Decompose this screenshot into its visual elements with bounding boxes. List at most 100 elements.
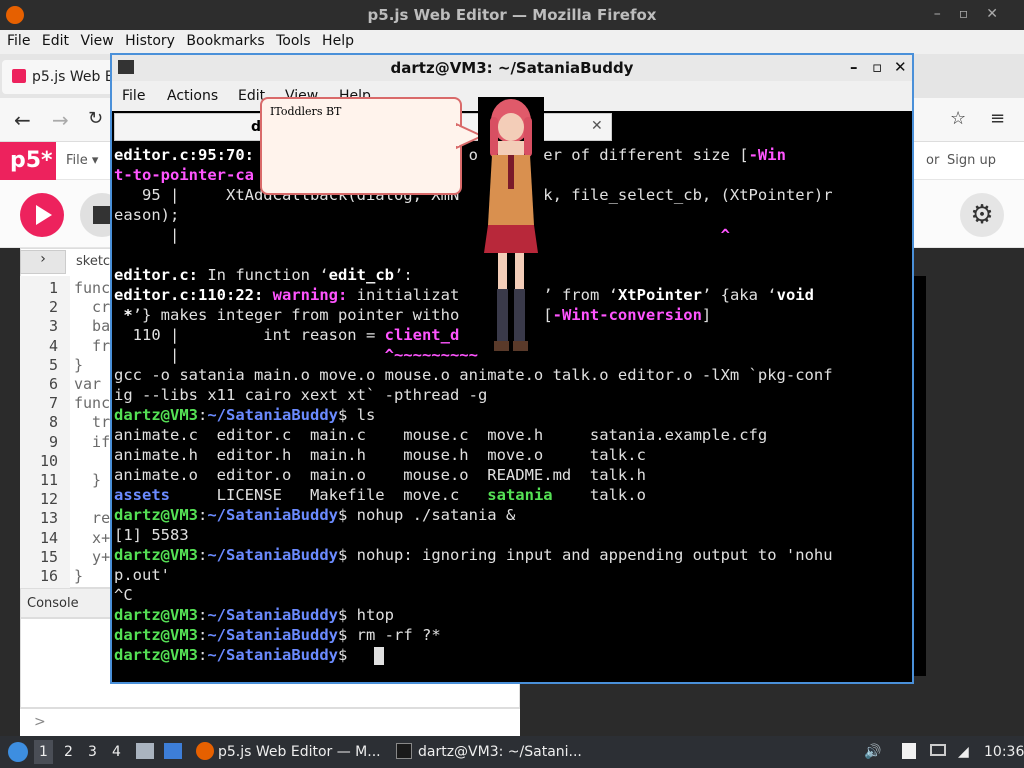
firefox-menubar: File Edit View History Bookmarks Tools H… — [0, 30, 1024, 54]
preview-canvas — [912, 276, 926, 676]
terminal-text: warning: — [272, 286, 348, 304]
terminal-line: dartz@VM3:~/SataniaBuddy$ rm -rf ?* — [114, 626, 441, 646]
term-menu-file[interactable]: File — [122, 88, 145, 104]
code-line: func — [74, 394, 111, 413]
p5-logo[interactable]: p5* — [0, 142, 56, 180]
terminal-line: animate.c editor.c main.c mouse.c move.h… — [114, 426, 767, 446]
terminal-line: dartz@VM3:~/SataniaBuddy$ ls — [114, 406, 375, 426]
menu-edit[interactable]: Edit — [35, 30, 69, 49]
settings-gear-icon[interactable]: ⚙ — [960, 193, 1004, 237]
clipboard-icon[interactable] — [902, 743, 916, 759]
window-controls[interactable]: –▫✕ — [934, 6, 1016, 22]
console-input[interactable]: > — [20, 708, 520, 736]
file-manager-icon[interactable] — [136, 743, 154, 759]
signup-link[interactable]: Sign up — [947, 153, 996, 168]
terminal-text: ig --libs x11 cairo xext xt` -pthread -g — [114, 386, 488, 404]
close-icon[interactable]: ✕ — [894, 58, 907, 76]
terminal-line: p.out' — [114, 566, 170, 586]
terminal-text: animate.c editor.c main.c mouse.c move.h… — [114, 426, 768, 444]
terminal-line: gcc -o satania main.o move.o mouse.o ani… — [114, 366, 833, 386]
terminal-text: | — [114, 226, 721, 244]
terminal-text: | — [114, 346, 385, 364]
terminal-text: 95 | XtAddCallback(dialog, XmN back, fil… — [114, 186, 833, 204]
terminal-text: ~/SataniaBuddy — [207, 546, 338, 564]
line-number: 10 — [39, 451, 58, 470]
terminal-text: : — [198, 546, 208, 564]
back-icon[interactable]: ← — [14, 108, 31, 132]
terminal-cursor — [374, 647, 384, 665]
sidebar-toggle-button[interactable]: › — [20, 250, 66, 274]
code-line: fr — [74, 336, 111, 355]
terminal-line: dartz@VM3:~/SataniaBuddy$ — [114, 646, 357, 666]
terminal-line: *’} makes integer from pointer witho ast… — [114, 306, 711, 326]
menu-bookmarks[interactable]: Bookmarks — [179, 30, 264, 49]
maximize-icon[interactable]: ▫ — [872, 58, 882, 76]
menu-help[interactable]: Help — [315, 30, 354, 49]
terminal-line: ^C — [114, 586, 133, 606]
terminal-tab-close-icon[interactable]: ✕ — [591, 118, 603, 134]
terminal-task-icon — [396, 743, 412, 759]
file-menu[interactable]: File ▾ — [66, 153, 98, 168]
firefox-tab-label: p5.js Web E — [32, 69, 114, 85]
network-icon[interactable]: ◢ — [958, 744, 969, 760]
terminal-text: dartz@VM3 — [114, 406, 198, 424]
terminal-text: edit_cb — [328, 266, 394, 284]
line-number: 13 — [39, 509, 58, 528]
line-number: 9 — [48, 432, 58, 451]
terminal-text: : — [198, 506, 208, 524]
terminal-text: 110 | int reason = — [114, 326, 385, 344]
line-number: 1 — [48, 279, 58, 297]
terminal-text: ’: — [393, 266, 413, 284]
display-icon[interactable] — [930, 744, 946, 756]
code-line: } — [74, 567, 84, 585]
terminal-text: $ nohup ./satania & — [338, 506, 516, 524]
terminal-text: In function ‘ — [198, 266, 329, 284]
start-menu-icon[interactable] — [8, 742, 28, 762]
terminal-text: editor.c:95:70: — [114, 146, 254, 164]
code-line: ba — [74, 317, 111, 336]
line-number: 3 — [48, 317, 58, 336]
menu-history[interactable]: History — [118, 30, 175, 49]
terminal-text: ~/SataniaBuddy — [207, 506, 338, 524]
play-icon — [36, 205, 52, 225]
menu-tools[interactable]: Tools — [269, 30, 311, 49]
minimize-icon[interactable]: – — [850, 58, 858, 76]
terminal-line: dartz@VM3:~/SataniaBuddy$ nohup ./satani… — [114, 506, 515, 526]
workspace-4[interactable]: 4 — [112, 744, 121, 760]
terminal-text: dartz@VM3 — [114, 646, 198, 664]
workspace-2[interactable]: 2 — [64, 744, 73, 760]
bookmark-star-icon[interactable]: ☆ — [950, 108, 966, 129]
terminal-text: -Win — [748, 146, 786, 164]
play-button[interactable] — [20, 193, 64, 237]
clock: 10:36 — [984, 744, 1024, 760]
firefox-task[interactable]: p5.js Web Editor — M... — [218, 744, 381, 760]
terminal-text: XtPointer — [617, 286, 702, 304]
terminal-text: $ htop — [338, 606, 394, 624]
reload-icon[interactable]: ↻ — [88, 108, 103, 129]
terminal-titlebar[interactable]: dartz@VM3: ~/SataniaBuddy – ▫ ✕ — [112, 55, 912, 81]
volume-icon[interactable]: 🔊 — [864, 744, 881, 760]
firefox-titlebar: p5.js Web Editor — Mozilla Firefox –▫✕ — [0, 0, 1024, 30]
terminal-text: ’ {aka ‘ — [701, 286, 777, 304]
terminal-text: $ ls — [338, 406, 376, 424]
workspace-3[interactable]: 3 — [88, 744, 97, 760]
menu-view[interactable]: View — [73, 30, 113, 49]
terminal-line: dartz@VM3:~/SataniaBuddy$ nohup: ignorin… — [114, 546, 833, 566]
line-number: 12 — [39, 490, 58, 509]
terminal-text: dartz@VM3 — [114, 606, 198, 624]
forward-icon[interactable]: → — [52, 108, 69, 132]
p5-favicon-icon — [12, 69, 26, 83]
code-line: re — [74, 509, 111, 528]
line-number: 7 — [48, 394, 58, 413]
desktop-icon[interactable] — [164, 743, 182, 759]
firefox-task-icon — [196, 742, 214, 760]
menu-file[interactable]: File — [0, 30, 30, 49]
terminal-text: $ rm -rf ?* — [338, 626, 441, 644]
hamburger-menu-icon[interactable]: ≡ — [990, 108, 1005, 129]
term-menu-actions[interactable]: Actions — [167, 88, 218, 104]
workspace-1[interactable]: 1 — [34, 740, 53, 764]
line-number: 4 — [48, 336, 58, 355]
terminal-task[interactable]: dartz@VM3: ~/Satani... — [418, 744, 582, 760]
terminal-line: eason); — [114, 206, 179, 226]
firefox-tab[interactable]: p5.js Web E — [2, 60, 122, 94]
